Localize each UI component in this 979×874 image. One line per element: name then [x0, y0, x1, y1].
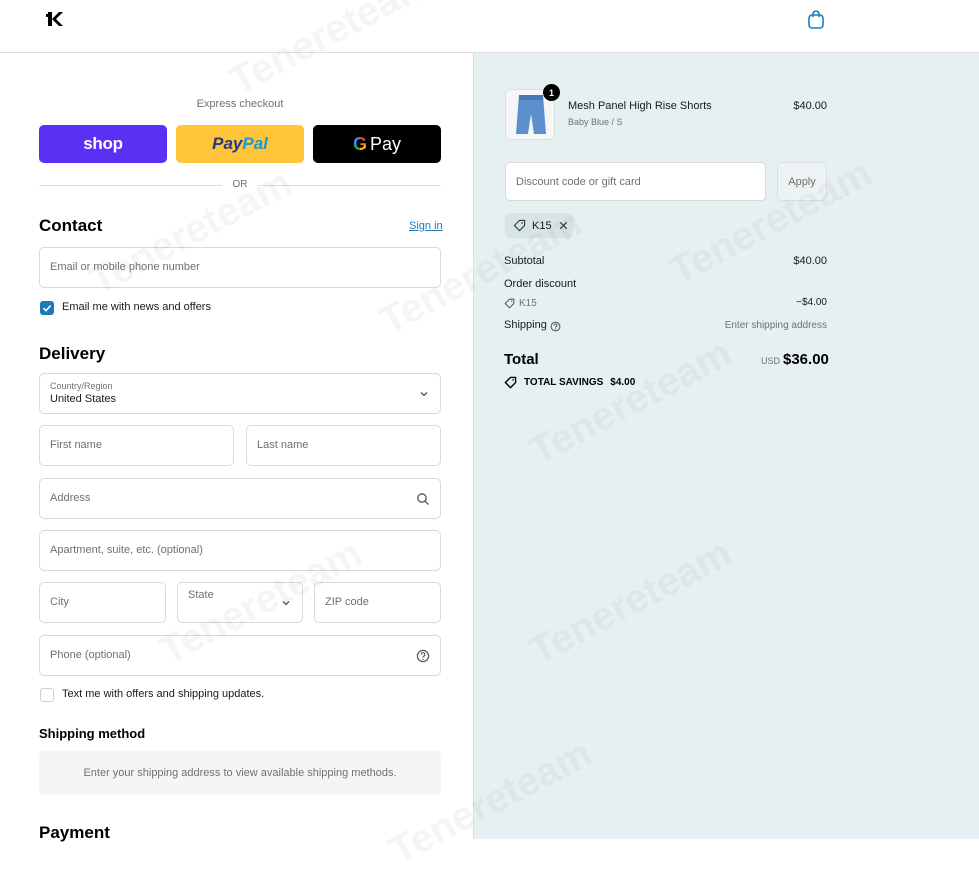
- zip-field[interactable]: ZIP code: [314, 582, 441, 623]
- order-summary: 1 Mesh Panel High Rise Shorts Baby Blue …: [473, 53, 979, 839]
- search-icon: [417, 493, 429, 505]
- country-value: United States: [50, 393, 117, 405]
- chevron-down-icon: [282, 601, 290, 606]
- country-label: Country/Region: [50, 381, 113, 391]
- payment-title: Payment: [39, 823, 110, 842]
- quantity-badge: 1: [543, 84, 560, 101]
- checkout-form: Express checkout shop Pay Pal G Pay OR Con…: [0, 53, 473, 842]
- discount-placeholder: Discount code or gift card: [516, 176, 641, 188]
- email-field[interactable]: Email or mobile phone number: [39, 247, 441, 288]
- discount-code-label: K15: [519, 298, 537, 309]
- news-checkbox[interactable]: [40, 301, 54, 315]
- shopping-bag-icon[interactable]: [807, 9, 825, 29]
- total-label: Total: [504, 351, 539, 368]
- shipping-method-title: Shipping method: [39, 726, 146, 741]
- product-variant: Baby Blue / S: [568, 117, 623, 127]
- shipping-method-message: Enter your shipping address to view avai…: [83, 767, 397, 779]
- sms-checkbox-label: Text me with offers and shipping updates…: [62, 688, 265, 700]
- or-divider: OR: [39, 179, 441, 191]
- apartment-field[interactable]: Apartment, suite, etc. (optional): [39, 530, 441, 571]
- google-g-icon: G: [352, 133, 367, 154]
- news-checkbox-label: Email me with news and offers: [62, 301, 211, 313]
- divider-line: [258, 185, 441, 186]
- discount-code-field[interactable]: Discount code or gift card: [505, 162, 766, 201]
- discount-value: −$4.00: [796, 297, 827, 308]
- last-name-field[interactable]: Last name: [246, 425, 441, 466]
- help-icon[interactable]: [550, 321, 561, 332]
- paypal-button[interactable]: Pay Pal: [176, 125, 304, 163]
- first-name-placeholder: First name: [50, 439, 102, 451]
- shipping-method-box: Enter your shipping address to view avai…: [39, 751, 441, 795]
- help-icon[interactable]: [416, 649, 430, 663]
- apply-button[interactable]: Apply: [777, 162, 827, 201]
- phone-placeholder: Phone (optional): [50, 649, 131, 661]
- google-pay-label: Pay: [369, 133, 402, 154]
- discount-chip: K15: [505, 213, 573, 238]
- tag-icon: [513, 219, 526, 232]
- checkmark-icon: [42, 305, 52, 312]
- total-savings-label: TOTAL SAVINGS: [524, 377, 604, 388]
- subtotal-value: $40.00: [793, 255, 827, 267]
- discount-chip-code: K15: [532, 219, 552, 232]
- city-field[interactable]: City: [39, 582, 166, 623]
- paypal-label-a: Pay: [212, 134, 243, 153]
- store-logo-icon[interactable]: [46, 10, 64, 28]
- total-savings: TOTAL SAVINGS $4.00: [504, 376, 635, 389]
- sign-in-link[interactable]: Sign in: [409, 220, 443, 232]
- city-placeholder: City: [50, 596, 69, 608]
- first-name-field[interactable]: First name: [39, 425, 234, 466]
- order-discount-label: Order discount: [504, 278, 577, 290]
- product-name: Mesh Panel High Rise Shorts: [568, 100, 712, 112]
- google-pay-button[interactable]: G Pay: [313, 125, 441, 163]
- express-checkout-title: Express checkout: [196, 98, 284, 110]
- shop-pay-label: shop: [83, 134, 123, 153]
- apartment-placeholder: Apartment, suite, etc. (optional): [50, 544, 203, 556]
- subtotal-label: Subtotal: [504, 255, 545, 267]
- address-field[interactable]: Address: [39, 478, 441, 519]
- remove-icon[interactable]: [558, 220, 569, 231]
- total-currency: USD: [761, 356, 781, 366]
- total-savings-value: $4.00: [610, 377, 636, 388]
- shipping-label: Shipping: [504, 319, 547, 331]
- shop-pay-button[interactable]: shop: [39, 125, 167, 163]
- state-select[interactable]: State: [177, 582, 303, 623]
- sms-checkbox[interactable]: [40, 688, 54, 702]
- phone-field[interactable]: Phone (optional): [39, 635, 441, 676]
- chevron-down-icon: [420, 392, 428, 397]
- country-select[interactable]: Country/Region United States: [39, 373, 441, 414]
- zip-placeholder: ZIP code: [325, 596, 369, 608]
- paypal-label-b: Pal: [242, 134, 268, 153]
- email-placeholder: Email or mobile phone number: [50, 261, 200, 273]
- address-placeholder: Address: [50, 492, 91, 504]
- shipping-value: Enter shipping address: [724, 320, 827, 331]
- total-value: $36.00: [783, 351, 829, 368]
- delivery-title: Delivery: [39, 344, 106, 363]
- last-name-placeholder: Last name: [257, 439, 309, 451]
- contact-title: Contact: [39, 216, 103, 235]
- tag-icon: [504, 376, 517, 389]
- header: [0, 0, 979, 53]
- tag-icon: [504, 298, 515, 309]
- product-price: $40.00: [793, 100, 827, 112]
- state-placeholder: State: [188, 589, 214, 601]
